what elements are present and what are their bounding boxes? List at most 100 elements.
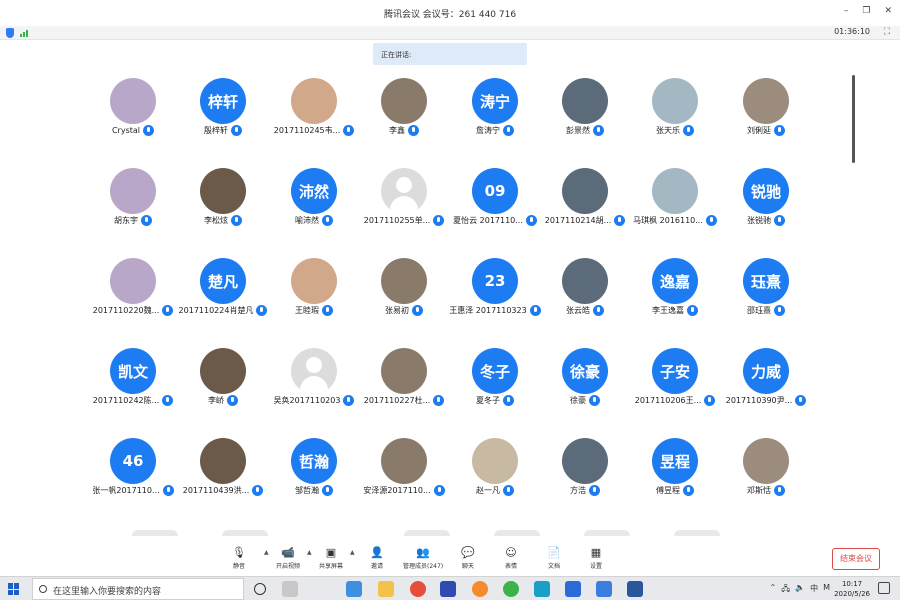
chat-button[interactable]: 💬 聊天 [448,546,488,570]
invite-button[interactable]: 👤 邀请 [357,546,397,570]
participant-tile[interactable]: 2017110214胡... [540,168,630,230]
cortana-icon[interactable] [254,583,266,595]
share-screen-button[interactable]: ▣ 共享屏幕 [311,546,351,570]
participant-name: 赵一凡 [476,486,500,495]
close-icon[interactable]: ✕ [884,6,892,16]
end-meeting-button[interactable]: 结束会议 [832,548,880,570]
avatar-initials: 涛宁 [479,92,510,111]
participant-tile[interactable]: 力威 2017110390尹... [721,348,811,410]
participant-name-line: 刘俐延 [711,125,821,136]
participant-tile[interactable]: 2017110255单... [359,168,449,230]
manage-members-button[interactable]: 👥 管理成员(247) [403,546,443,570]
windows-start-icon[interactable] [8,583,20,595]
avatar: 涛宁 [472,78,518,124]
wechat-icon[interactable] [503,581,519,597]
restore-icon[interactable]: ❐ [862,6,870,16]
participant-tile[interactable]: 梓轩 殷梓轩 [178,78,268,140]
participant-tile[interactable]: 吴奂2017110203 [269,348,359,410]
camera-off-icon: 📹 [281,546,295,559]
app-icon[interactable] [440,581,456,597]
avatar [743,438,789,484]
participant-name: 刘俐延 [747,126,771,135]
fullscreen-icon[interactable]: ⛶ [884,27,890,37]
ime-indicator[interactable]: 中 [810,583,818,597]
video-button[interactable]: 📹 开启视频 [268,546,308,570]
store-icon[interactable] [346,581,362,597]
participant-tile[interactable]: 2017110220魏... [88,258,178,320]
participant-name: 2017110206王... [634,396,702,405]
participant-name: 2017110214胡... [544,216,612,225]
participant-tile[interactable]: 2017110227杜... [359,348,449,410]
participant-tile[interactable]: 2017110439洪... [178,438,268,500]
participant-tile[interactable]: 冬子 夏冬子 [450,348,540,410]
file-explorer-icon[interactable] [378,581,394,597]
mute-button[interactable]: 🎙 静音 [219,546,259,570]
avatar-initials: 23 [484,272,506,290]
tencent-meeting-icon[interactable] [565,581,581,597]
participant-tile[interactable]: 张云皓 [540,258,630,320]
participant-tile[interactable]: 逸嘉 李王逸嘉 [630,258,720,320]
search-app-icon[interactable] [472,581,488,597]
partial-avatar [494,530,540,536]
participant-tile[interactable]: 子安 2017110206王... [630,348,720,410]
notification-icon[interactable] [878,582,890,594]
participant-name: 马琪枫 2016110... [633,216,703,225]
participant-tile[interactable]: 珏熹 邵珏熹 [721,258,811,320]
document-button[interactable]: 📄 文档 [534,546,574,570]
task-view-icon[interactable] [282,581,298,597]
participant-tile[interactable]: 安泽源2017110... [359,438,449,500]
participant-tile[interactable]: 徐豪 徐豪 [540,348,630,410]
taskbar-clock[interactable]: 10:17 2020/5/26 [834,579,870,599]
participant-tile[interactable]: 李鑫 [359,78,449,140]
participant-tile[interactable]: 李峤 [178,348,268,410]
participant-tile[interactable]: 刘俐延 [721,78,811,140]
browser-icon[interactable] [534,581,550,597]
chrome-icon[interactable] [410,581,426,597]
mic-muted-icon [227,395,238,406]
participant-name: 胡东宇 [114,216,138,225]
meeting-toolbar: 🎙 静音 ▲ 📹 开启视频 ▲ ▣ 共享屏幕 ▲ 👤 邀请 👥 管理成员(247… [0,540,900,576]
participant-tile[interactable]: 23 王惠泽 2017110323 [449,258,541,320]
participant-tile[interactable]: 锐驰 张锐驰 [721,168,811,230]
mic-muted-icon [503,485,514,496]
participant-tile[interactable]: 09 夏怡云 2017110... [450,168,540,230]
minimize-icon[interactable]: – [844,6,849,16]
participant-tile[interactable]: 胡东宇 [88,168,178,230]
participant-tile[interactable]: 46 张一帆2017110... [88,438,178,500]
taskbar-search-input[interactable]: 在这里输入你要搜索的内容 [32,578,244,600]
scrollbar[interactable] [852,75,855,163]
participant-tile[interactable]: 凯文 2017110242陈... [88,348,178,410]
participant-tile[interactable]: 赵一凡 [450,438,540,500]
participant-tile[interactable]: 张易初 [359,258,449,320]
participant-tile[interactable]: 沛然 喻沛然 [269,168,359,230]
participant-tile[interactable]: Crystal [88,78,178,140]
avatar [652,168,698,214]
tray-app-icon[interactable]: M [823,583,830,597]
chevron-up-icon[interactable]: ▲ [350,549,355,556]
emoji-button[interactable]: ☺ 表情 [491,546,531,570]
members-icon: 👥 [416,546,430,559]
avatar [200,438,246,484]
participant-tile[interactable]: 张天乐 [630,78,720,140]
participant-name: 夏冬子 [476,396,500,405]
shield-icon[interactable] [6,28,14,38]
participant-tile[interactable]: 楚凡 2017110224肖楚凡 [178,258,268,320]
participant-tile[interactable]: 王睦瑕 [269,258,359,320]
participant-tile[interactable]: 马琪枫 2016110... [630,168,720,230]
avatar-initials: 逸嘉 [659,272,690,291]
participant-tile[interactable]: 方浩 [540,438,630,500]
settings-button[interactable]: ▦ 设置 [576,546,616,570]
participant-tile[interactable]: 李松炫 [178,168,268,230]
participant-name: 王惠泽 2017110323 [449,306,527,315]
participant-tile[interactable]: 邓斯恬 [721,438,811,500]
network-icon[interactable]: 🖧 [781,583,790,597]
word-icon[interactable] [627,581,643,597]
tencent-meeting-active-icon[interactable] [596,581,612,597]
participant-tile[interactable]: 2017110245韦... [269,78,359,140]
participant-tile[interactable]: 彭景然 [540,78,630,140]
participant-tile[interactable]: 涛宁 詹涛宁 [450,78,540,140]
volume-icon[interactable]: 🔈 [795,583,805,597]
chevron-up-icon[interactable]: ⌃ [770,583,777,597]
participant-tile[interactable]: 哲瀚 邹哲瀚 [269,438,359,500]
participant-tile[interactable]: 昱程 傅昱程 [630,438,720,500]
